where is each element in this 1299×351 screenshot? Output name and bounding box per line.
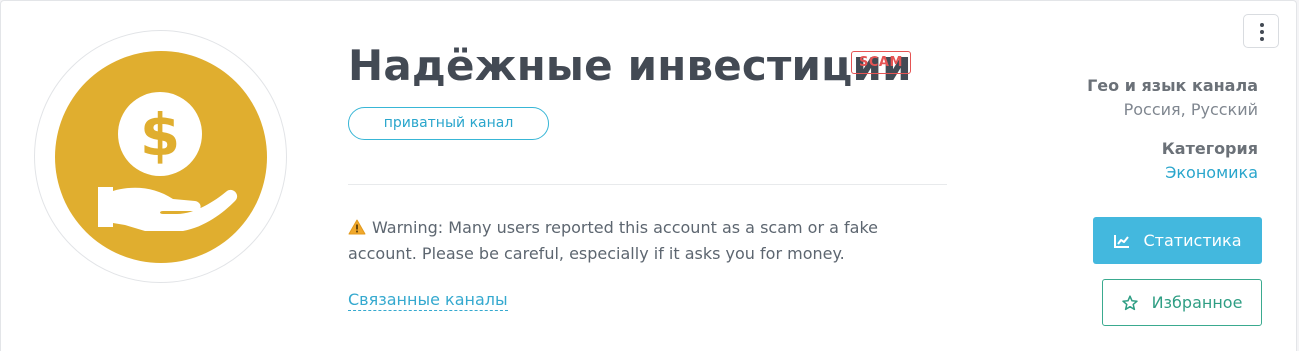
scam-badge: SCAM	[851, 51, 911, 74]
dot	[1260, 37, 1264, 41]
more-options-button[interactable]	[1243, 14, 1279, 48]
svg-text:$: $	[140, 101, 180, 169]
warning-triangle-icon	[348, 219, 366, 235]
scam-warning: Warning: Many users reported this accoun…	[348, 215, 908, 267]
favorite-label: Избранное	[1151, 293, 1243, 312]
category-label: Категория	[1161, 139, 1258, 158]
dollar-hand-icon: $	[98, 92, 238, 231]
star-icon	[1121, 294, 1138, 310]
geo-label: Гео и язык канала	[1087, 76, 1258, 95]
line-chart-icon	[1113, 234, 1129, 248]
warning-text: Warning: Many users reported this accoun…	[348, 218, 878, 263]
divider	[348, 184, 947, 185]
geo-value: Россия, Русский	[1123, 100, 1258, 119]
channel-card: $ Надёжные инвестиции SCAM приватный кан…	[0, 0, 1297, 351]
related-channels-link[interactable]: Связанные каналы	[348, 290, 508, 311]
vertical-dots-icon	[1260, 23, 1264, 27]
statistics-label: Статистика	[1143, 231, 1242, 250]
category-link[interactable]: Экономика	[1165, 163, 1258, 182]
favorite-button[interactable]: Избранное	[1102, 279, 1262, 326]
avatar: $	[55, 51, 267, 263]
page-title: Надёжные инвестиции	[348, 41, 912, 90]
channel-type-pill[interactable]: приватный канал	[348, 107, 549, 140]
statistics-button[interactable]: Статистика	[1093, 217, 1262, 264]
dot	[1260, 30, 1264, 34]
